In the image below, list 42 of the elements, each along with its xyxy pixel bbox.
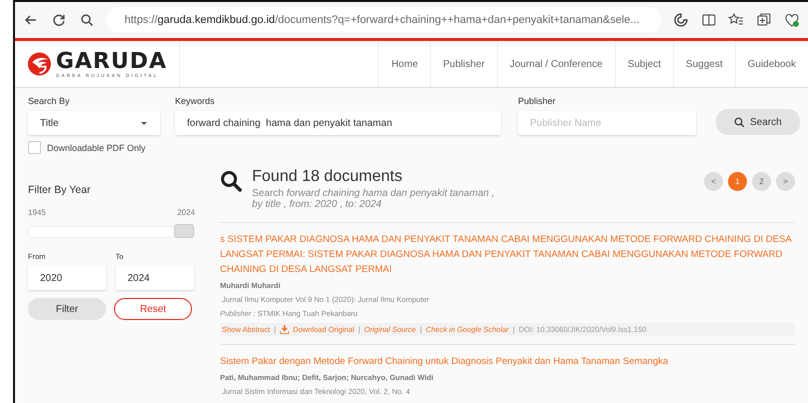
nav-link[interactable]: Publisher <box>430 41 497 87</box>
page-button[interactable]: > <box>776 172 795 191</box>
page-button[interactable]: 2 <box>752 172 771 191</box>
search-summary: Search forward chaining hama dan penyakit tanaman , by title , from: 2020 , to: 2024 <box>252 188 496 210</box>
garuda-logo-icon <box>27 50 52 78</box>
search-by-dropdown[interactable]: Title <box>28 111 160 135</box>
results-heading: Found 18 documents <box>252 168 404 186</box>
caret-icon <box>140 120 148 126</box>
search-button[interactable]: Search <box>716 109 800 135</box>
nav-link[interactable]: Subject <box>614 41 673 87</box>
search-icon <box>734 117 744 127</box>
search-icon[interactable] <box>78 12 94 28</box>
filter-button[interactable]: Filter <box>28 298 106 320</box>
checkbox[interactable] <box>28 141 41 154</box>
to-year-field[interactable]: 2024 <box>116 266 194 290</box>
slider-thumb[interactable] <box>174 224 194 238</box>
filter-title: Filter By Year <box>28 184 92 196</box>
split-screen-icon[interactable] <box>700 12 716 28</box>
page-button[interactable]: < <box>704 172 723 191</box>
download-icon <box>280 325 289 334</box>
reset-button[interactable]: Reset <box>114 298 192 320</box>
nav-link[interactable]: Suggest <box>672 41 735 87</box>
nav-link[interactable]: Home <box>378 41 430 87</box>
page-button[interactable]: 1 <box>728 172 747 191</box>
field-label: Search By <box>28 96 71 106</box>
heart-icon[interactable] <box>784 12 800 28</box>
year-max-label: 2024 <box>177 208 195 217</box>
year-min-label: 1945 <box>28 208 46 217</box>
field-label: Keywords <box>175 96 216 106</box>
collections-icon[interactable] <box>756 12 772 28</box>
publisher-field[interactable]: Publisher Name <box>518 111 696 135</box>
from-year-field[interactable]: 2020 <box>28 266 106 290</box>
nav-link[interactable]: Guidebook <box>734 41 808 87</box>
nav-link[interactable]: Journal / Conference <box>496 41 615 87</box>
url-text: https://garuda.kemdikbud.go.id/documents?q=+forward+chaining++hama+dan+penyakit+tanaman&sele... <box>124 14 640 26</box>
logo-text: GARUDA <box>56 50 167 72</box>
field-label: Publisher <box>518 96 557 106</box>
address-bar[interactable]: https://garuda.kemdikbud.go.id/documents?q=+forward+chaining++hama+dan+penyakit+tanaman&sele... <box>106 7 661 33</box>
search-icon <box>220 170 242 192</box>
refresh-icon[interactable] <box>50 12 67 28</box>
keywords-field[interactable]: forward chaining hama dan penyakit tanaman <box>175 111 501 135</box>
checkbox-label: Downloadable PDF Only <box>47 142 146 152</box>
